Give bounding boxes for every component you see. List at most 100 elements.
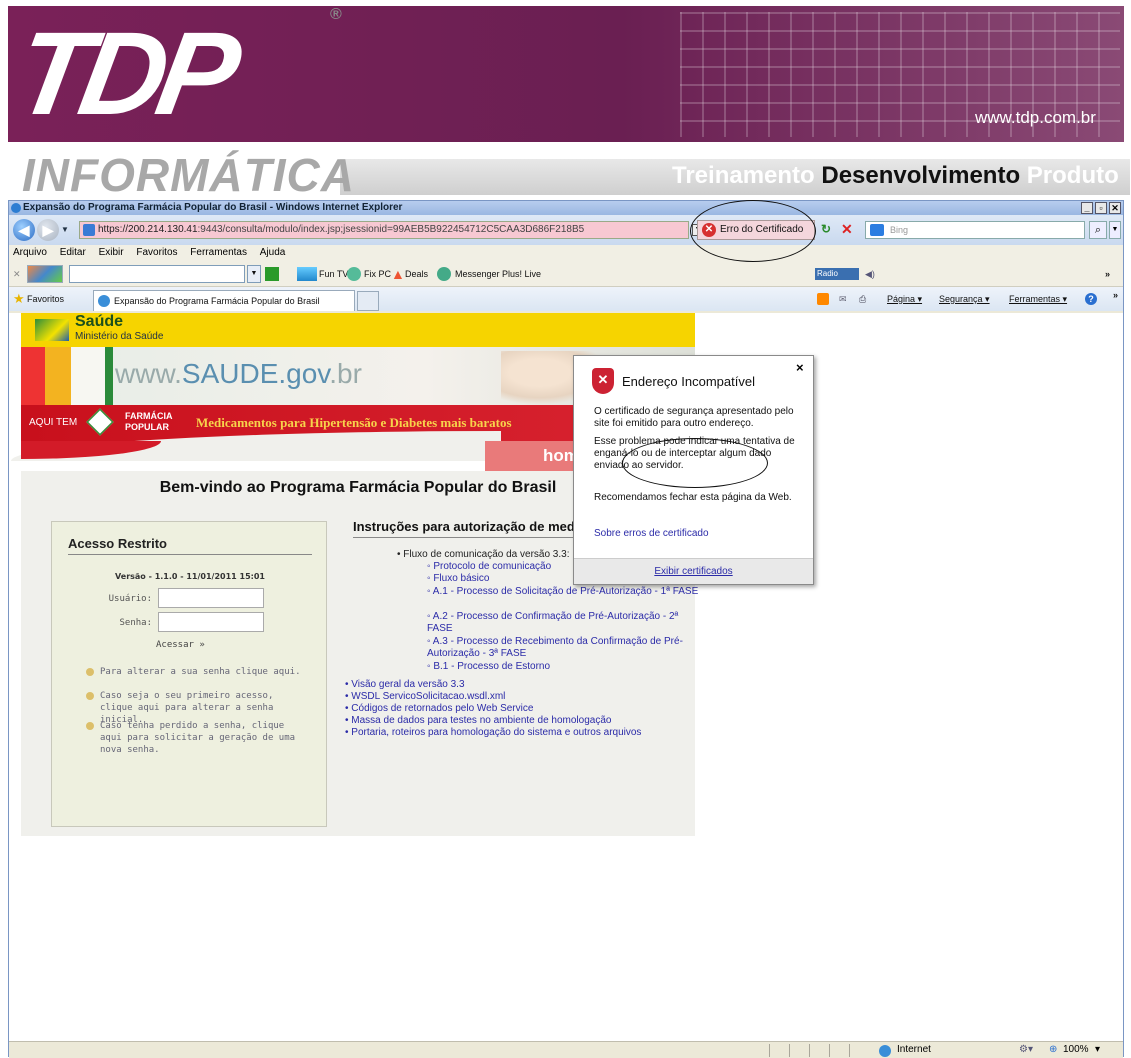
- status-segment: [849, 1044, 867, 1057]
- maximize-button[interactable]: ▫: [1095, 202, 1107, 214]
- link-portaria[interactable]: • Portaria, roteiros para homologação do…: [345, 727, 695, 739]
- favorites-star-icon: ★: [13, 291, 25, 306]
- zoom-dropdown-icon[interactable]: ▾: [1095, 1042, 1100, 1058]
- farmacia-popular-text: FARMÁCIA POPULAR: [125, 411, 173, 433]
- link-text: Códigos de retornados pelo Web Service: [351, 703, 534, 714]
- search-options-icon[interactable]: ▼: [1109, 221, 1121, 239]
- menu-editar[interactable]: Editar: [60, 247, 86, 258]
- toolbar-overflow-icon[interactable]: »: [1105, 261, 1110, 287]
- sub-link-b1[interactable]: ◦ B.1 - Processo de Estorno: [427, 661, 697, 673]
- bullet-arrow-icon: [86, 722, 94, 730]
- deals-button[interactable]: Deals: [405, 261, 428, 287]
- rss-icon[interactable]: [817, 293, 829, 305]
- registered-mark: ®: [330, 6, 342, 23]
- close-window-button[interactable]: ✕: [1109, 202, 1121, 214]
- sub-link-text: Fluxo básico: [433, 573, 490, 584]
- popup-paragraph-3: Recomendamos fechar esta página da Web.: [594, 492, 792, 503]
- tagline-word-2: Desenvolvimento: [821, 162, 1021, 189]
- tab-row: ★ Favoritos Expansão do Programa Farmáci…: [9, 287, 1123, 311]
- link-massa-dados[interactable]: • Massa de dados para testes no ambiente…: [345, 715, 685, 727]
- protected-mode-icon[interactable]: ⚙▾: [1019, 1042, 1033, 1058]
- saude-url-suffix: .br: [329, 358, 362, 389]
- link-codigos[interactable]: • Códigos de retornados pelo Web Service: [345, 703, 685, 715]
- menu-arquivo[interactable]: Arquivo: [13, 247, 47, 258]
- password-label: Senha:: [119, 618, 152, 628]
- username-input[interactable]: [158, 588, 264, 608]
- password-input[interactable]: [158, 612, 264, 632]
- saude-logo-icon: [35, 319, 69, 341]
- refresh-icon[interactable]: ↻: [821, 222, 831, 236]
- sub-link-a3[interactable]: ◦ A.3 - Processo de Recebimento da Confi…: [427, 636, 703, 660]
- fix-pc-button[interactable]: Fix PC: [364, 261, 391, 287]
- stop-icon[interactable]: ✕: [841, 221, 853, 238]
- view-certificates-link[interactable]: Exibir certificados: [574, 558, 813, 584]
- lost-password-link[interactable]: Caso tenha perdido a senha, clique aqui …: [100, 720, 310, 756]
- toolbar-search-input[interactable]: [69, 265, 245, 283]
- ferramentas-menu[interactable]: Ferramentas ▾: [1009, 287, 1067, 311]
- radio-selector[interactable]: Radio: [815, 268, 859, 280]
- zoom-icon: ⊕: [1049, 1044, 1058, 1055]
- internet-globe-icon: [879, 1045, 891, 1057]
- link-text: Visão geral da versão 3.3: [351, 679, 465, 690]
- favorites-button[interactable]: Favoritos: [27, 287, 64, 311]
- toolbar-search-dropdown-icon[interactable]: ▼: [247, 265, 261, 283]
- menu-ajuda[interactable]: Ajuda: [260, 247, 286, 258]
- close-toolbar-icon[interactable]: ✕: [13, 261, 21, 287]
- version-label: Versão - 1.1.0 - 11/01/2011 15:01: [115, 572, 265, 581]
- annotation-ellipse-view-certificates: [622, 438, 768, 488]
- page-icon: [83, 224, 95, 236]
- link-wsdl[interactable]: • WSDL ServicoSolicitacao.wsdl.xml: [345, 691, 685, 703]
- sub-link-a1[interactable]: ◦ A.1 - Processo de Solicitação de Pré-A…: [427, 586, 703, 598]
- aqui-tem-label: AQUI TEM: [29, 417, 78, 428]
- pagina-menu[interactable]: Página ▾: [887, 287, 922, 311]
- link-text: Portaria, roteiros para homologação do s…: [351, 727, 642, 738]
- about-certificate-errors-link[interactable]: Sobre erros de certificado: [594, 528, 804, 540]
- zoom-level[interactable]: 100%: [1063, 1042, 1089, 1058]
- toolbar-logo-icon[interactable]: [27, 265, 63, 283]
- print-icon[interactable]: ⎙: [859, 287, 866, 311]
- mail-icon[interactable]: ✉: [839, 287, 847, 311]
- tabrow-overflow-icon[interactable]: »: [1113, 283, 1118, 307]
- tagline-word-3: Produto: [1026, 162, 1119, 189]
- fix-pc-icon: [347, 267, 361, 281]
- status-segment: [809, 1044, 827, 1057]
- tagline-word-1: Treinamento: [672, 162, 815, 189]
- volume-icon[interactable]: ◀): [865, 261, 875, 287]
- username-label: Usuário:: [108, 594, 152, 604]
- acessar-button[interactable]: Acessar »: [156, 640, 205, 650]
- seguranca-menu[interactable]: Segurança ▾: [939, 287, 990, 311]
- annotation-ellipse-cert-error: [690, 200, 816, 262]
- popup-close-button[interactable]: ×: [796, 360, 804, 375]
- messenger-button[interactable]: Messenger Plus! Live: [455, 261, 541, 287]
- search-icon[interactable]: ⌕: [1089, 221, 1107, 239]
- status-segment: [789, 1044, 807, 1057]
- link-visao-geral[interactable]: • Visão geral da versão 3.3: [345, 679, 685, 691]
- login-title: Acesso Restrito: [68, 536, 167, 551]
- popup-title: Endereço Incompatível: [622, 374, 755, 389]
- back-button-icon[interactable]: ◀: [13, 219, 35, 241]
- minimize-button[interactable]: _: [1081, 202, 1093, 214]
- menu-ferramentas[interactable]: Ferramentas: [190, 247, 247, 258]
- sub-link-a2[interactable]: ◦ A.2 - Processo de Confirmação de Pré-A…: [427, 611, 703, 635]
- address-row: ◀ ▶ ▼ https://200.214.130.41:9443/consul…: [9, 215, 1123, 245]
- sub-link-text: B.1 - Processo de Estorno: [433, 661, 551, 672]
- bullet-arrow-icon: [86, 668, 94, 676]
- address-bar[interactable]: https://200.214.130.41:9443/consulta/mod…: [79, 221, 689, 239]
- fun-tv-button[interactable]: Fun TV: [319, 261, 348, 287]
- add-on-toolbar: ✕ ▼ Fun TV Fix PC ▲ Deals Messenger Plus…: [9, 261, 1123, 287]
- menu-exibir[interactable]: Exibir: [99, 247, 124, 258]
- tab-current[interactable]: Expansão do Programa Farmácia Popular do…: [93, 290, 355, 311]
- search-input[interactable]: Bing: [865, 221, 1085, 239]
- menu-favoritos[interactable]: Favoritos: [136, 247, 177, 258]
- new-tab-button[interactable]: [357, 291, 379, 311]
- saude-url-prefix: www.: [115, 358, 182, 389]
- toolbar-go-icon[interactable]: [265, 267, 279, 281]
- hero-bar-red: [21, 347, 45, 405]
- help-icon[interactable]: ?: [1085, 293, 1097, 305]
- hero-bar-white: [71, 347, 105, 405]
- bullet-arrow-icon: [86, 692, 94, 700]
- change-password-link[interactable]: Para alterar a sua senha clique aqui.: [100, 666, 310, 678]
- status-segment: [769, 1044, 787, 1057]
- forward-button-icon[interactable]: ▶: [37, 219, 59, 241]
- history-dropdown-icon[interactable]: ▼: [61, 225, 69, 234]
